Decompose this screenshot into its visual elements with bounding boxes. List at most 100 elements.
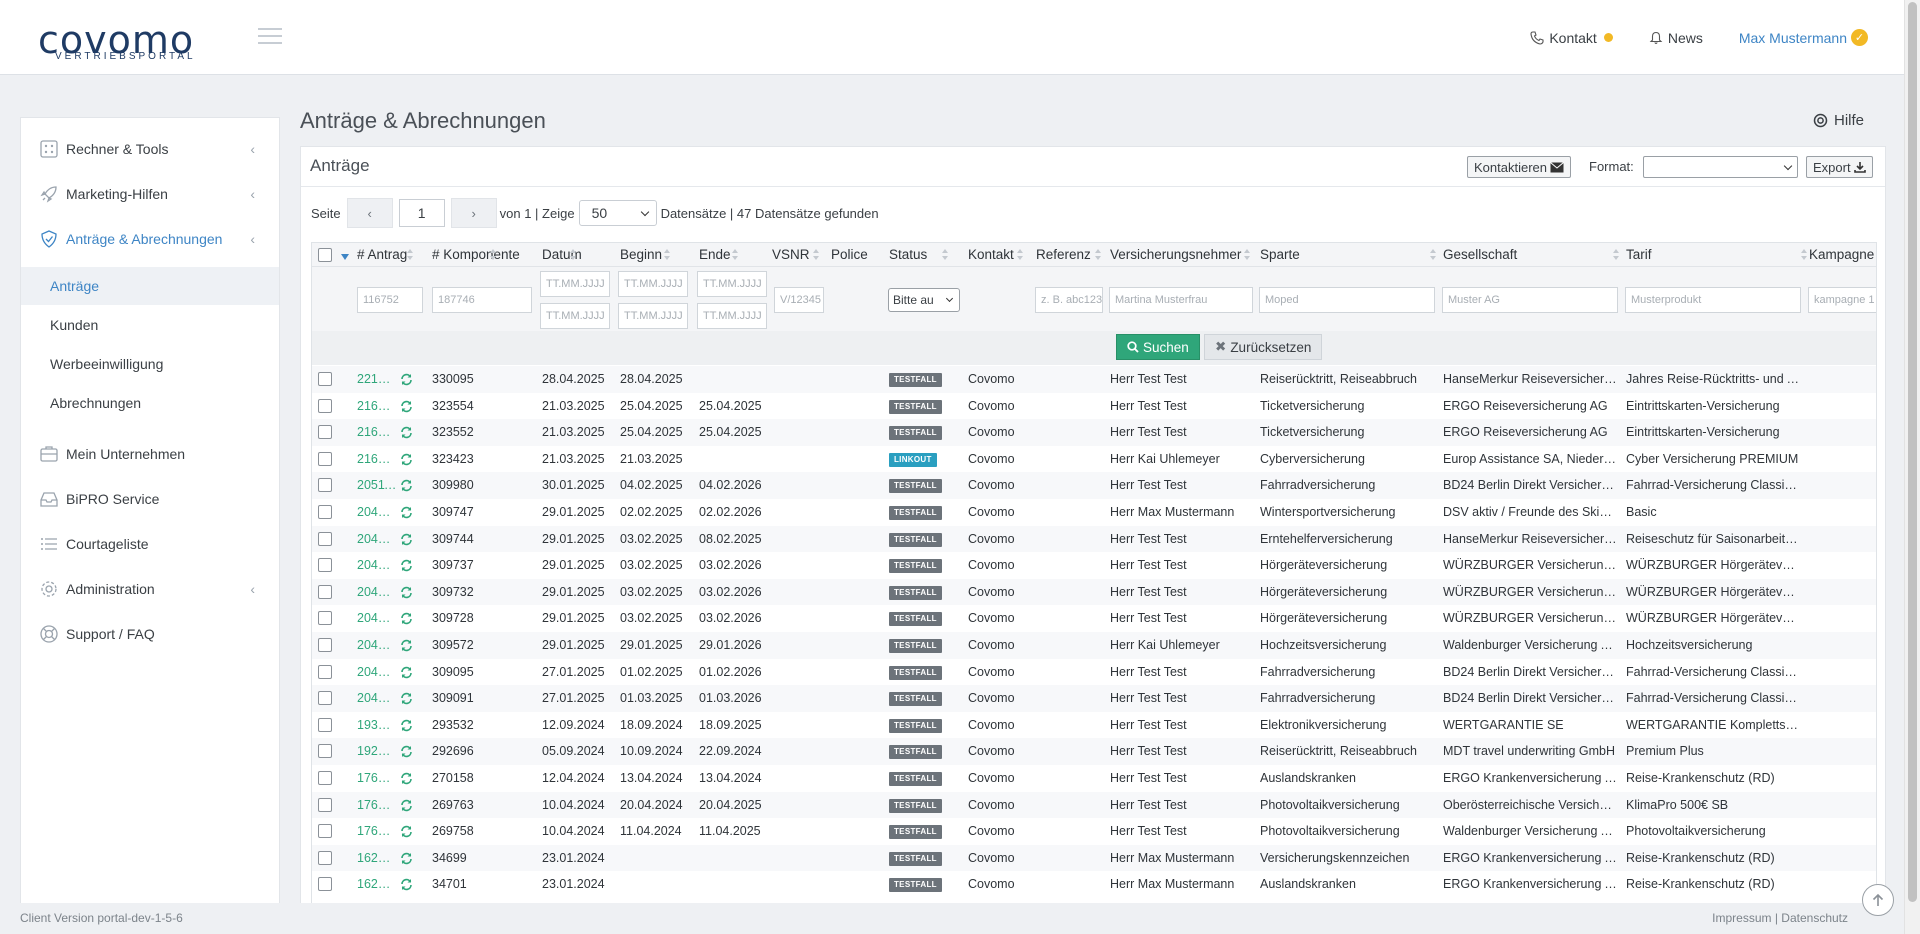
- filter-komponente-input[interactable]: 187746: [432, 287, 532, 313]
- refresh-icon[interactable]: [400, 479, 413, 492]
- row-checkbox[interactable]: [318, 797, 332, 812]
- column-header-beginn[interactable]: Beginn: [620, 243, 662, 267]
- table-row[interactable]: 204941 309744 29.01.2025 03.02.2025 08.02.20…: [312, 525, 1876, 553]
- column-header-police[interactable]: Police: [831, 243, 868, 267]
- filter-antrag-input[interactable]: 116752: [357, 287, 423, 313]
- user-menu[interactable]: Max Mustermann ✓: [1739, 29, 1868, 46]
- format-select[interactable]: [1643, 156, 1798, 178]
- column-header-vsnr[interactable]: VSNR: [772, 243, 810, 267]
- table-row[interactable]: 176457 270158 12.04.2024 13.04.2024 13.04.20…: [312, 765, 1876, 792]
- cell-antrag[interactable]: 176457: [357, 765, 397, 792]
- cell-antrag[interactable]: 204941: [357, 526, 397, 553]
- scrollbar-thumb[interactable]: [1908, 2, 1917, 902]
- refresh-icon[interactable]: [400, 533, 413, 546]
- help-link[interactable]: Hilfe: [1813, 112, 1864, 129]
- export-button[interactable]: Export: [1806, 156, 1873, 178]
- contact-link[interactable]: Kontakt: [1530, 30, 1613, 46]
- filter-beginn-to-input[interactable]: TT.MM.JJJJ: [618, 303, 688, 329]
- sidebar-item-rechner[interactable]: Rechner & Tools ‹: [21, 127, 279, 171]
- refresh-icon[interactable]: [400, 506, 413, 519]
- filter-vsnr-input[interactable]: V/12345: [774, 287, 824, 313]
- row-checkbox[interactable]: [318, 664, 332, 679]
- table-row[interactable]: 204933 309732 29.01.2025 03.02.2025 03.02.20…: [312, 578, 1876, 606]
- row-checkbox[interactable]: [318, 398, 332, 413]
- refresh-icon[interactable]: [400, 772, 413, 785]
- sidebar-item-unternehmen[interactable]: Mein Unternehmen: [21, 432, 279, 476]
- cell-antrag[interactable]: 216340: [357, 419, 397, 446]
- column-header-ende[interactable]: Ende: [699, 243, 731, 267]
- refresh-icon[interactable]: [400, 852, 413, 865]
- table-row[interactable]: 193120 293532 12.09.2024 18.09.2024 18.09.20…: [312, 712, 1876, 739]
- filter-gesellschaft-input[interactable]: Muster AG: [1442, 287, 1618, 313]
- sidebar-item-bipro[interactable]: BiPRO Service: [21, 477, 279, 521]
- column-header-vn[interactable]: Versicherungsnehmer: [1110, 243, 1241, 267]
- per-page-select[interactable]: 50: [578, 200, 657, 226]
- table-row[interactable]: 205110 309980 30.01.2025 04.02.2025 04.02.20…: [312, 472, 1876, 499]
- cell-antrag[interactable]: 204937: [357, 552, 397, 579]
- refresh-icon[interactable]: [400, 559, 413, 572]
- cell-antrag[interactable]: 205110: [357, 472, 397, 499]
- row-checkbox[interactable]: [318, 372, 332, 386]
- search-button[interactable]: Suchen: [1116, 334, 1200, 360]
- column-header-referenz[interactable]: Referenz: [1036, 243, 1091, 267]
- table-row[interactable]: 204930 309728 29.01.2025 03.02.2025 03.02.20…: [312, 605, 1876, 632]
- refresh-icon[interactable]: [400, 666, 413, 679]
- table-row[interactable]: 204460 309091 27.01.2025 01.03.2025 01.03.20…: [312, 685, 1876, 712]
- cell-antrag[interactable]: 204811: [357, 632, 397, 659]
- table-row[interactable]: 204811 309572 29.01.2025 29.01.2025 29.01.20…: [312, 632, 1876, 659]
- row-checkbox[interactable]: [318, 717, 332, 732]
- refresh-icon[interactable]: [400, 426, 413, 439]
- refresh-icon[interactable]: [400, 745, 413, 758]
- refresh-icon[interactable]: [400, 692, 413, 705]
- filter-vn-input[interactable]: Martina Musterfrau: [1109, 287, 1253, 313]
- table-row[interactable]: 204463 309095 27.01.2025 01.02.2025 01.02.20…: [312, 659, 1876, 686]
- reset-button[interactable]: ✖ Zurücksetzen: [1204, 334, 1323, 360]
- sidebar-subitem-kunden[interactable]: Kunden: [21, 306, 279, 344]
- table-row[interactable]: 204937 309737 29.01.2025 03.02.2025 03.02.20…: [312, 552, 1876, 579]
- table-row[interactable]: 216340 323552 21.03.2025 25.04.2025 25.04.20…: [312, 419, 1876, 446]
- row-checkbox[interactable]: [318, 531, 332, 546]
- table-row[interactable]: 176138 269758 10.04.2024 11.04.2024 11.04.20…: [312, 818, 1876, 845]
- filter-datum-to-input[interactable]: TT.MM.JJJJ: [540, 303, 610, 329]
- cell-antrag[interactable]: 162012: [357, 845, 397, 872]
- row-checkbox[interactable]: [318, 638, 332, 652]
- refresh-icon[interactable]: [400, 719, 413, 732]
- column-header-kontakt[interactable]: Kontakt: [968, 243, 1014, 267]
- table-row[interactable]: 221448 330095 28.04.2025 28.04.2025 Covomo He…: [312, 366, 1876, 393]
- refresh-icon[interactable]: [400, 639, 413, 652]
- sidebar-item-antraege[interactable]: Anträge & Abrechnungen ‹: [21, 217, 279, 261]
- filter-datum-from-input[interactable]: TT.MM.JJJJ: [540, 271, 610, 297]
- cell-antrag[interactable]: 204943: [357, 499, 397, 526]
- row-checkbox[interactable]: [318, 425, 332, 440]
- cell-antrag[interactable]: 216342: [357, 393, 397, 420]
- logo[interactable]: covomo VERTRIEBSPORTAL: [38, 21, 208, 62]
- vertical-scrollbar[interactable]: [1904, 0, 1920, 934]
- table-row[interactable]: 216342 323554 21.03.2025 25.04.2025 25.04.20…: [312, 393, 1876, 420]
- cell-antrag[interactable]: 193120: [357, 712, 397, 739]
- row-checkbox[interactable]: [318, 451, 332, 466]
- refresh-icon[interactable]: [400, 400, 413, 413]
- news-link[interactable]: News: [1649, 30, 1703, 46]
- column-header-gesellschaft[interactable]: Gesellschaft: [1443, 243, 1517, 267]
- cell-antrag[interactable]: 204933: [357, 579, 397, 606]
- cell-antrag[interactable]: 221448: [357, 366, 397, 393]
- filter-status-select[interactable]: Bitte au: [888, 288, 960, 312]
- filter-tarif-input[interactable]: Musterprodukt: [1625, 287, 1801, 313]
- row-checkbox[interactable]: [318, 558, 332, 573]
- refresh-icon[interactable]: [400, 453, 413, 466]
- refresh-icon[interactable]: [400, 586, 413, 599]
- column-header-tarif[interactable]: Tarif: [1626, 243, 1652, 267]
- filter-sparte-input[interactable]: Moped: [1259, 287, 1435, 313]
- refresh-icon[interactable]: [400, 878, 413, 891]
- cell-antrag[interactable]: 204463: [357, 659, 397, 686]
- table-row[interactable]: 162012 34699 23.01.2024 Covomo Herr Max Must…: [312, 844, 1876, 872]
- table-row[interactable]: 162012 34701 23.01.2024 Covomo Herr Max Must…: [312, 871, 1876, 898]
- menu-toggle-icon[interactable]: [258, 28, 282, 46]
- row-checkbox[interactable]: [318, 850, 332, 865]
- cell-antrag[interactable]: 162012: [357, 871, 397, 898]
- contact-button[interactable]: Kontaktieren: [1467, 156, 1571, 178]
- row-checkbox[interactable]: [318, 505, 332, 519]
- table-row[interactable]: 176142 269763 10.04.2024 20.04.2024 20.04.20…: [312, 791, 1876, 819]
- row-checkbox[interactable]: [318, 584, 332, 599]
- cell-antrag[interactable]: 204930: [357, 605, 397, 632]
